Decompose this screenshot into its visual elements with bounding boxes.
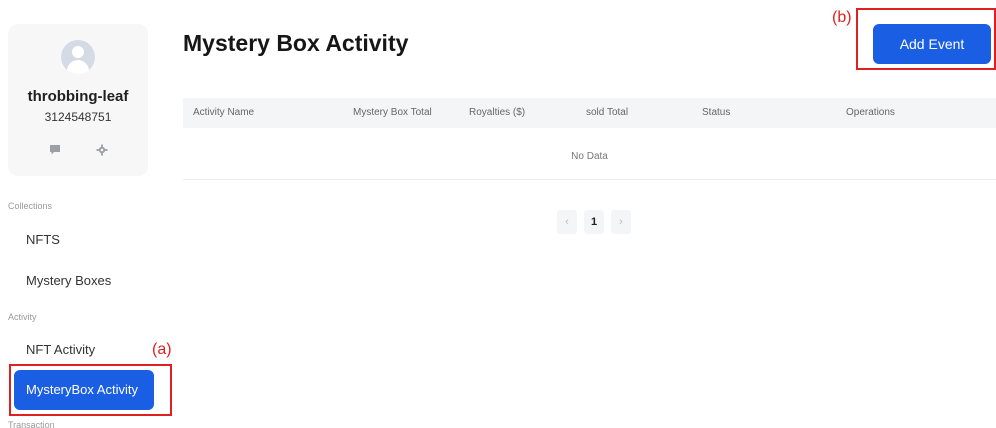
user-avatar-icon[interactable]: [61, 40, 95, 74]
column-header-status: Status: [702, 107, 731, 118]
table-header: Activity Name Mystery Box Total Royaltie…: [183, 98, 996, 128]
annotation-label-a: (a): [152, 341, 172, 358]
column-header-royalties: Royalties ($): [469, 107, 526, 118]
column-header-operations: Operations: [846, 107, 895, 118]
section-label-activity: Activity: [8, 312, 37, 322]
column-header-activity-name: Activity Name: [193, 107, 255, 118]
sidebar-item-nfts[interactable]: NFTS: [14, 220, 154, 260]
table-empty-state: No Data: [183, 128, 996, 180]
profile-card: throbbing-leaf 3124548751: [8, 24, 148, 176]
pagination-page-current[interactable]: 1: [584, 210, 604, 234]
username: throbbing-leaf: [27, 88, 129, 105]
pagination-next-icon[interactable]: ›: [611, 210, 631, 234]
page: throbbing-leaf 3124548751 Collections NF…: [0, 0, 996, 428]
page-title: Mystery Box Activity: [183, 30, 409, 56]
annotation-label-b: (b): [832, 9, 852, 26]
column-header-mystery-box-total: Mystery Box Total: [353, 107, 432, 118]
sidebar-item-mystery-boxes[interactable]: Mystery Boxes: [14, 261, 154, 301]
user-id: 3124548751: [44, 110, 112, 124]
chat-icon[interactable]: [49, 144, 61, 156]
annotation-box-b: [856, 8, 996, 70]
pagination-prev-icon[interactable]: ‹: [557, 210, 577, 234]
section-label-transaction: Transaction: [8, 420, 55, 428]
section-label-collections: Collections: [8, 201, 53, 211]
gear-icon[interactable]: [96, 144, 108, 156]
annotation-box-a: [9, 364, 172, 416]
column-header-sold-total: sold Total: [586, 107, 629, 118]
